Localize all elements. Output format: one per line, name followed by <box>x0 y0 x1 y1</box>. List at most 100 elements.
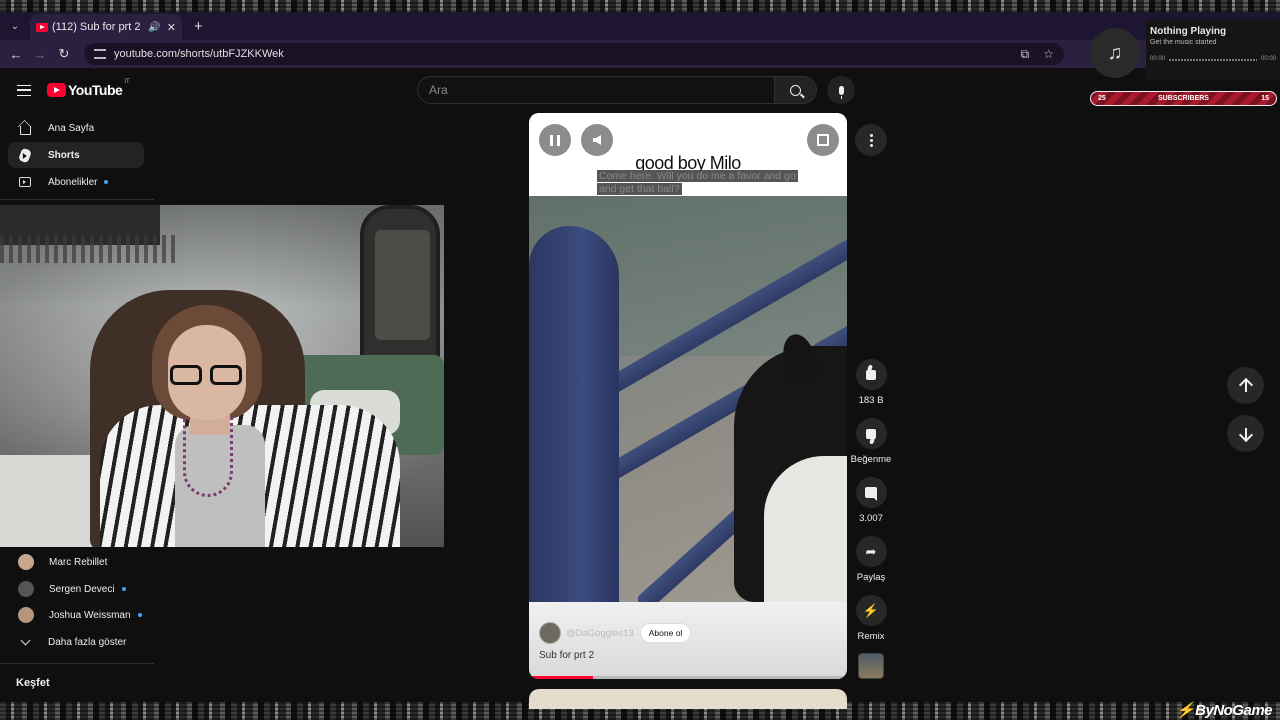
arrow-down-icon <box>1244 427 1247 440</box>
audio-source-thumbnail[interactable] <box>858 653 884 679</box>
browser-tab-bar: ⌄ (112) Sub for prt 2 - YouTube 🔊 ✕ + <box>0 12 1280 40</box>
new-content-dot <box>121 587 126 591</box>
new-tab-button[interactable]: + <box>194 18 203 35</box>
explore-heading: Keşfet <box>16 677 50 689</box>
site-info-icon[interactable] <box>94 49 106 59</box>
subscriber-goal-target: 15 <box>1261 95 1269 102</box>
bolt-logo-icon: ⚡ <box>1175 702 1195 719</box>
subscriber-goal-current: 25 <box>1098 95 1106 102</box>
sidebar-item-shorts[interactable]: Shorts <box>8 142 144 168</box>
chevron-down-icon <box>18 635 32 649</box>
remix-button[interactable]: ⚡ <box>855 595 887 626</box>
bookmark-star-icon[interactable]: ☆ <box>1043 47 1054 62</box>
previous-short-button[interactable] <box>1227 367 1264 404</box>
avatar <box>18 554 34 570</box>
search-button[interactable] <box>775 76 817 104</box>
short-info-panel: @DaGoggles13 Abone ol Sub for prt 2 <box>529 602 847 679</box>
remix-action[interactable]: ⚡ Remix <box>848 595 894 642</box>
short-caption: Sub for prt 2 <box>539 650 595 661</box>
short-video-frame <box>529 196 847 602</box>
new-content-dot <box>137 613 142 617</box>
search-input[interactable] <box>429 83 774 97</box>
sidebar-item-subscriptions[interactable]: Abonelikler <box>8 169 144 195</box>
forward-button[interactable]: → <box>28 47 52 62</box>
music-note-icon: ♫ <box>1090 28 1140 78</box>
now-playing-time-end: 00:00 <box>1260 56 1276 62</box>
tab-title: (112) Sub for prt 2 - YouTube <box>52 21 142 33</box>
show-more-label: Daha fazla göster <box>48 636 127 648</box>
now-playing-title: Nothing Playing <box>1150 26 1227 37</box>
sidebar-item-label: Abonelikler <box>48 176 98 188</box>
search-icon <box>790 84 801 96</box>
volume-button[interactable] <box>581 124 613 156</box>
like-button[interactable] <box>855 359 887 390</box>
search-box <box>417 76 775 104</box>
now-playing-card: Nothing Playing Get the music started 00… <box>1146 20 1280 80</box>
youtube-logo[interactable]: YouTube IT <box>47 79 130 98</box>
more-options-button[interactable] <box>855 124 887 156</box>
sidebar-divider <box>0 663 154 664</box>
now-playing-subtitle: Get the music started <box>1150 39 1217 46</box>
youtube-header: YouTube IT <box>0 68 1280 112</box>
microphone-icon <box>838 85 844 99</box>
comment-button[interactable] <box>855 477 887 508</box>
sidebar-show-more[interactable]: Daha fazla göster <box>8 629 144 655</box>
subscriber-goal-label: SUBSCRIBERS <box>1158 95 1209 102</box>
logo-region: IT <box>124 79 130 85</box>
webcam-overlay <box>0 205 444 547</box>
install-app-icon[interactable]: ⧉ <box>1021 47 1030 62</box>
reload-button[interactable]: ↻ <box>52 46 76 62</box>
dislike-button[interactable] <box>855 418 887 449</box>
sidebar-channel[interactable]: Joshua Weissman <box>8 602 144 628</box>
address-bar[interactable]: youtube.com/shorts/utbFJZKKWek ⧉ ☆ <box>84 43 1064 65</box>
speaker-icon[interactable]: 🔊 <box>148 22 160 33</box>
sidebar-item-label: Ana Sayfa <box>48 122 95 134</box>
dislike-label: Beğenme <box>850 454 892 465</box>
tab-search-icon[interactable]: ⌄ <box>4 16 26 36</box>
comment-icon <box>865 487 877 501</box>
comment-count: 3.007 <box>859 513 883 524</box>
arrow-up-icon <box>1244 379 1247 392</box>
channel-name: Joshua Weissman <box>49 609 131 621</box>
comment-action[interactable]: 3.007 <box>848 477 894 524</box>
now-playing-widget: ♫ Nothing Playing Get the music started … <box>1090 20 1280 80</box>
now-playing-progress <box>1169 59 1257 61</box>
video-progress-bar[interactable] <box>529 676 847 679</box>
channel-name: Marc Rebillet <box>49 556 108 568</box>
subtitle-text: Come here. Will you do me a favor and go… <box>597 170 798 195</box>
close-icon[interactable]: ✕ <box>167 21 176 34</box>
channel-avatar[interactable] <box>539 622 561 644</box>
fullscreen-button[interactable] <box>807 124 839 156</box>
subscriber-goal-bar: 25 SUBSCRIBERS 15 <box>1090 91 1277 106</box>
sidebar-divider <box>0 199 154 200</box>
channel-handle[interactable]: @DaGoggles13 <box>566 628 634 639</box>
share-button[interactable]: ➦ <box>855 536 887 567</box>
youtube-favicon-icon <box>36 22 48 32</box>
back-button[interactable]: ← <box>4 47 28 62</box>
dislike-action[interactable]: Beğenme <box>848 418 894 465</box>
sidebar-channel[interactable]: Sergen Deveci <box>8 576 144 602</box>
video-progress-fill <box>529 676 593 679</box>
menu-icon[interactable] <box>17 84 31 96</box>
subscriptions-icon <box>18 175 32 189</box>
subscribe-button[interactable]: Abone ol <box>639 623 692 643</box>
like-action[interactable]: 183 B <box>848 359 894 406</box>
short-subtitle-overlay: Come here. Will you do me a favor and go… <box>597 170 798 196</box>
shorts-icon <box>18 147 32 163</box>
voice-search-button[interactable] <box>827 76 855 104</box>
share-action[interactable]: ➦ Paylaş <box>848 536 894 583</box>
next-short-preview[interactable] <box>529 689 847 709</box>
browser-tab[interactable]: (112) Sub for prt 2 - YouTube 🔊 ✕ <box>30 14 182 40</box>
pause-button[interactable] <box>539 124 571 156</box>
shorts-player[interactable]: good boy Milo Come here. Will you do me … <box>529 113 847 679</box>
remix-icon: ⚡ <box>862 602 880 618</box>
screen: ⌄ (112) Sub for prt 2 - YouTube 🔊 ✕ + ← … <box>0 0 1280 720</box>
more-icon <box>869 133 873 137</box>
now-playing-time-start: 00:00 <box>1150 56 1166 62</box>
sidebar-item-label: Shorts <box>48 149 80 161</box>
sidebar-channel[interactable]: Marc Rebillet <box>8 549 144 575</box>
share-arrow-icon: ➦ <box>865 543 877 559</box>
sidebar-item-home[interactable]: Ana Sayfa <box>8 115 144 141</box>
youtube-play-icon <box>47 83 66 97</box>
next-short-button[interactable] <box>1227 415 1264 452</box>
